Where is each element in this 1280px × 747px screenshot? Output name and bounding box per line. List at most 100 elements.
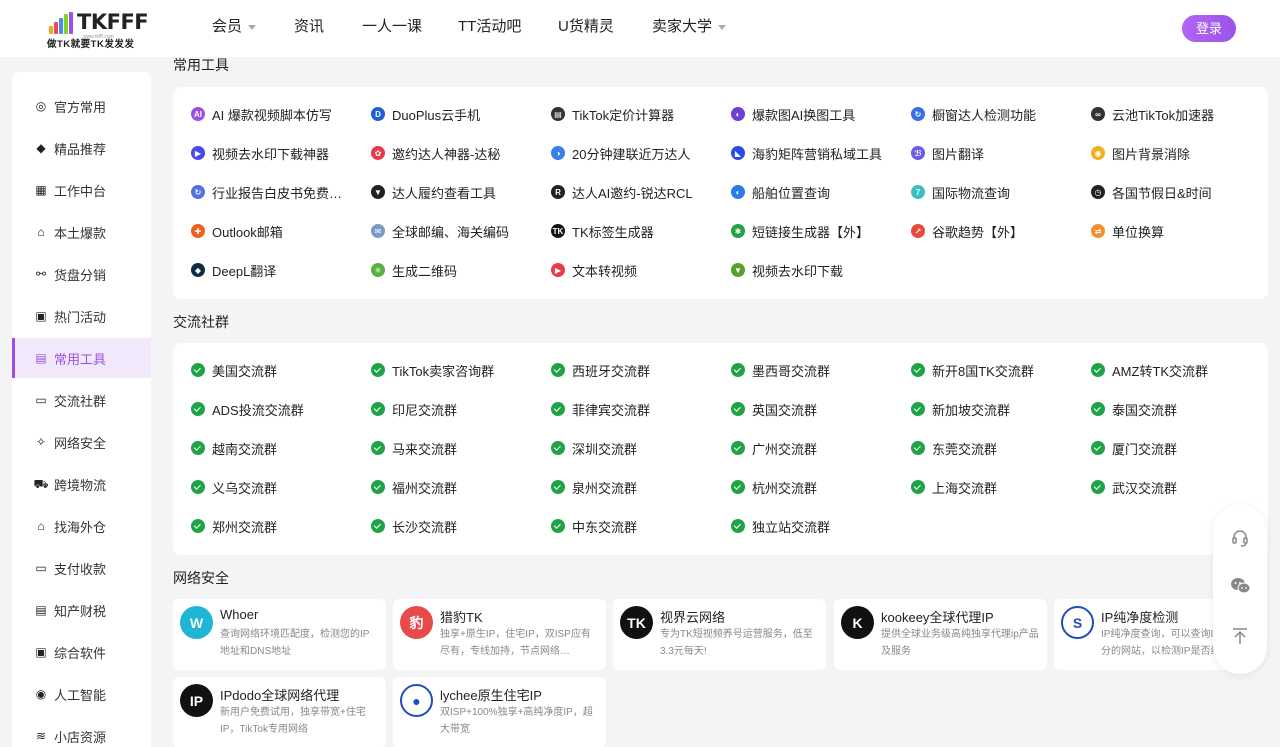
group-link[interactable]: 义乌交流群 bbox=[191, 477, 277, 497]
floating-toolbar bbox=[1213, 504, 1267, 674]
nav-item-4[interactable]: U货精灵 bbox=[558, 17, 614, 37]
group-link[interactable]: 广州交流群 bbox=[731, 438, 817, 458]
tool-link[interactable]: AI AI 爆款视频脚本仿写 bbox=[191, 104, 332, 124]
wechat-icon[interactable] bbox=[1230, 576, 1251, 596]
sidebar-item-2[interactable]: ▦ 工作中台 bbox=[12, 170, 151, 210]
group-link[interactable]: 马来交流群 bbox=[371, 438, 457, 458]
sidebar-item-0[interactable]: ◎ 官方常用 bbox=[12, 86, 151, 126]
sidebar-item-10[interactable]: ⌂ 找海外仓 bbox=[12, 506, 151, 546]
sidebar-item-6[interactable]: ▤ 常用工具 bbox=[12, 338, 151, 378]
group-link[interactable]: 独立站交流群 bbox=[731, 516, 830, 536]
group-link[interactable]: 杭州交流群 bbox=[731, 477, 817, 497]
security-card[interactable]: ● lychee原生住宅IP 双ISP+100%独享+高纯净度IP，超大带宽 bbox=[393, 677, 606, 747]
tool-link[interactable]: ◉ 图片背景消除 bbox=[1091, 143, 1190, 163]
tool-link[interactable]: R 达人AI邀约-锐达RCL bbox=[551, 182, 693, 202]
tool-link[interactable]: TK TK标签生成器 bbox=[551, 221, 654, 241]
security-card[interactable]: IP IPdodo全球网络代理 新用户免费试用，独享带宽+住宅IP，TikTok专用… bbox=[173, 677, 386, 747]
tool-link[interactable]: ◣ 海豹矩阵营销私域工具 bbox=[731, 143, 882, 163]
group-link[interactable]: 武汉交流群 bbox=[1091, 477, 1177, 497]
home-icon: ⌂ bbox=[37, 225, 45, 239]
tool-link[interactable]: ▤ TikTok定价计算器 bbox=[551, 104, 674, 124]
group-link[interactable]: 厦门交流群 bbox=[1091, 438, 1177, 458]
group-link[interactable]: 印尼交流群 bbox=[371, 399, 457, 419]
customer-service-icon[interactable] bbox=[1230, 528, 1250, 548]
tool-link[interactable]: ▼ 视频去水印下载 bbox=[731, 260, 843, 280]
group-link[interactable]: 新加坡交流群 bbox=[911, 399, 1010, 419]
tool-link[interactable]: ✳ 生成二维码 bbox=[371, 260, 457, 280]
sidebar-item-3[interactable]: ⌂ 本土爆款 bbox=[12, 212, 151, 252]
group-check-icon bbox=[191, 363, 205, 377]
tool-link[interactable]: ↗ 谷歌趋势【外】 bbox=[911, 221, 1023, 241]
sidebar-item-13[interactable]: ▣ 综合软件 bbox=[12, 632, 151, 672]
sidebar-item-15[interactable]: ≋ 小店资源 bbox=[12, 716, 151, 747]
security-card[interactable]: 豹猎豹TK 独享+原生IP，住宅IP，双ISP应有尽有，专线加持，节点网络… bbox=[393, 599, 606, 670]
nav-label: 卖家大学 bbox=[652, 18, 713, 35]
tool-link[interactable]: ◐ 船舶位置查询 bbox=[731, 182, 830, 202]
tool-link[interactable]: ✱ 短链接生成器【外】 bbox=[731, 221, 869, 241]
sidebar-item-12[interactable]: ▤ 知产财税 bbox=[12, 590, 151, 630]
tool-link[interactable]: ✉ 全球邮编、海关编码 bbox=[371, 221, 509, 241]
group-link[interactable]: 泉州交流群 bbox=[551, 477, 637, 497]
group-link[interactable]: 英国交流群 bbox=[731, 399, 817, 419]
cheetah-logo: 豹 bbox=[400, 606, 433, 639]
tool-link[interactable]: ∞ 云池TikTok加速器 bbox=[1091, 104, 1214, 124]
tool-link[interactable]: 7 国际物流查询 bbox=[911, 182, 1010, 202]
tool-link[interactable]: ℬ 图片翻译 bbox=[911, 143, 984, 163]
group-link[interactable]: AMZ转TK交流群 bbox=[1091, 360, 1208, 380]
sidebar-item-8[interactable]: ✧ 网络安全 bbox=[12, 422, 151, 462]
nav-item-1[interactable]: 资讯 bbox=[294, 17, 324, 37]
tool-link[interactable]: ✚ Outlook邮箱 bbox=[191, 221, 283, 241]
tool-link[interactable]: ◐ 爆款图AI换图工具 bbox=[731, 104, 855, 124]
group-link[interactable]: 东莞交流群 bbox=[911, 438, 997, 458]
tool-link[interactable]: ▶ 视频去水印下载神器 bbox=[191, 143, 329, 163]
tool-link[interactable]: ▶ 文本转视频 bbox=[551, 260, 637, 280]
sidebar-item-1[interactable]: ◆ 精品推荐 bbox=[12, 128, 151, 168]
tool-link[interactable]: ↻ 橱窗达人检测功能 bbox=[911, 104, 1036, 124]
sidebar-item-4[interactable]: ⚯ 货盘分销 bbox=[12, 254, 151, 294]
group-link[interactable]: 福州交流群 bbox=[371, 477, 457, 497]
category-sidebar: ◎ 官方常用 ◆ 精品推荐 ▦ 工作中台 ⌂ 本土爆款 ⚯ 货盘分销 ▣ 热门活动 ▤ 常用工具 ▭ 交流社群… bbox=[12, 72, 151, 747]
dami-icon: ✿ bbox=[371, 146, 385, 160]
nav-item-2[interactable]: 一人一课 bbox=[362, 17, 422, 37]
security-card[interactable]: Kkookeey全球代理IP 提供全球业务级高纯独享代理ip产品及服务 bbox=[834, 599, 1047, 670]
sidebar-item-7[interactable]: ▭ 交流社群 bbox=[12, 380, 151, 420]
group-link[interactable]: 长沙交流群 bbox=[371, 516, 457, 536]
tool-link[interactable]: ◆ DeepL翻译 bbox=[191, 260, 276, 280]
group-link[interactable]: 郑州交流群 bbox=[191, 516, 277, 536]
login-button[interactable]: 登录 bbox=[1182, 15, 1236, 42]
tool-link[interactable]: ⇄ 单位换算 bbox=[1091, 221, 1164, 241]
group-link[interactable]: 西班牙交流群 bbox=[551, 360, 650, 380]
clock-icon: ◷ bbox=[1091, 185, 1105, 199]
tool-link[interactable]: ↻ 行业报告白皮书免费下载 bbox=[191, 182, 352, 202]
tool-link[interactable]: ✿ 邀约达人神器-达秘 bbox=[371, 143, 500, 163]
group-check-icon bbox=[1091, 363, 1105, 377]
tool-link[interactable]: D DuoPlus云手机 bbox=[371, 104, 480, 124]
nav-item-0[interactable]: 会员 bbox=[212, 17, 257, 37]
group-link[interactable]: 新开8国TK交流群 bbox=[911, 360, 1034, 380]
sidebar-item-5[interactable]: ▣ 热门活动 bbox=[12, 296, 151, 336]
group-link[interactable]: TikTok卖家咨询群 bbox=[371, 360, 494, 380]
group-link[interactable]: 中东交流群 bbox=[551, 516, 637, 536]
group-check-icon bbox=[371, 402, 385, 416]
back-to-top-icon[interactable] bbox=[1230, 626, 1250, 646]
group-link[interactable]: 墨西哥交流群 bbox=[731, 360, 830, 380]
tool-link[interactable]: ▼ 达人履约查看工具 bbox=[371, 182, 496, 202]
sidebar-item-11[interactable]: ▭ 支付收款 bbox=[12, 548, 151, 588]
group-link[interactable]: 越南交流群 bbox=[191, 438, 277, 458]
sidebar-item-14[interactable]: ◉ 人工智能 bbox=[12, 674, 151, 714]
tool-label: 生成二维码 bbox=[392, 263, 458, 279]
sidebar-item-9[interactable]: ⛟ 跨境物流 bbox=[12, 464, 151, 504]
group-link[interactable]: 泰国交流群 bbox=[1091, 399, 1177, 419]
tool-link[interactable]: ◑ 20分钟建联近万达人 bbox=[551, 143, 690, 163]
security-card[interactable]: W Whoer 查询网络环境匹配度，检测您的IP地址和DNS地址 bbox=[173, 599, 386, 670]
tool-link[interactable]: ◷ 各国节假日&时间 bbox=[1091, 182, 1212, 202]
group-link[interactable]: 美国交流群 bbox=[191, 360, 277, 380]
nav-item-3[interactable]: TT活动吧 bbox=[458, 17, 521, 37]
nav-item-5[interactable]: 卖家大学 bbox=[652, 17, 727, 37]
security-card[interactable]: TK 视界云网络 专为TK短视频养号运营服务，低至3.3元每天! bbox=[613, 599, 826, 670]
group-link[interactable]: 菲律宾交流群 bbox=[551, 399, 650, 419]
site-logo[interactable]: TKFFF www.tkfff.com 做TK就要TK发发发 bbox=[47, 10, 149, 50]
group-link[interactable]: ADS投流交流群 bbox=[191, 399, 304, 419]
group-link[interactable]: 上海交流群 bbox=[911, 477, 997, 497]
group-link[interactable]: 深圳交流群 bbox=[551, 438, 637, 458]
